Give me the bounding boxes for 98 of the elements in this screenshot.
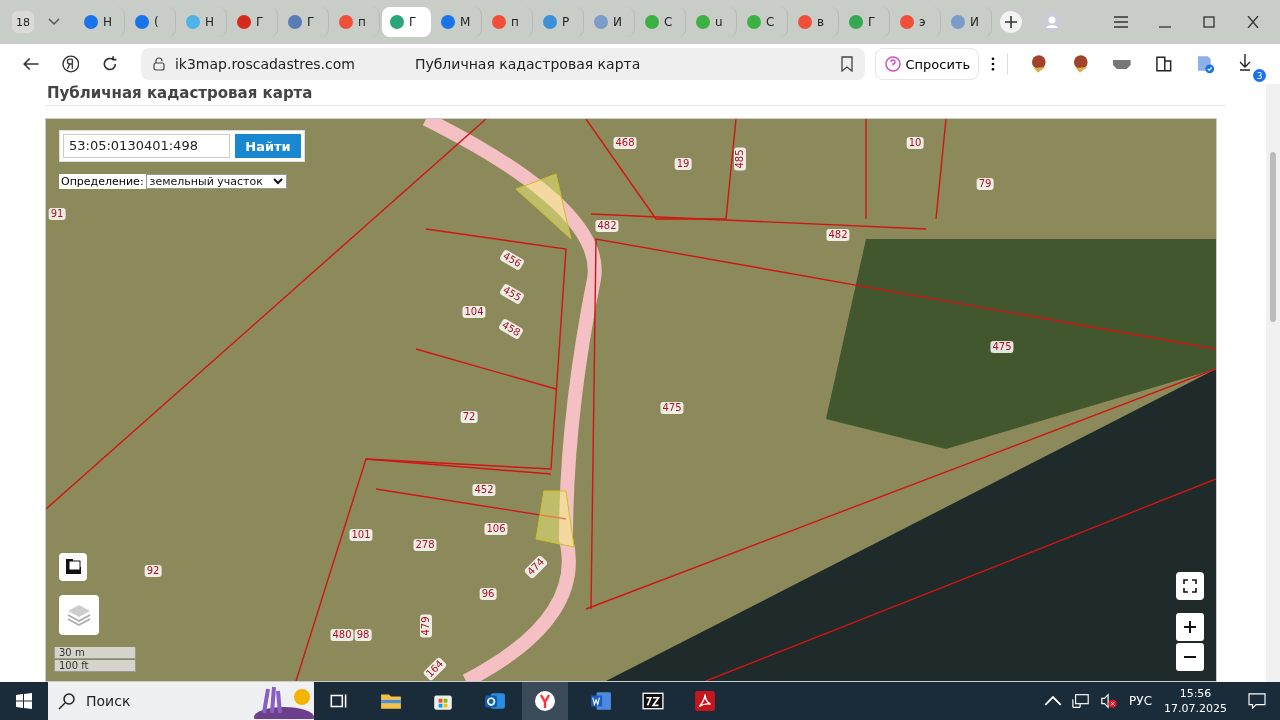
ask-button[interactable]: Спросить [874,48,980,80]
parcel-number-label[interactable]: 452 [472,484,496,496]
browser-tab[interactable]: Г [382,7,431,37]
browser-tab[interactable]: u [688,7,737,37]
browser-tab[interactable]: Г [280,7,329,37]
shield-check-icon[interactable] [1195,54,1215,74]
search-icon [58,692,76,710]
parcel-number-label[interactable]: 485 [734,147,746,171]
browser-tab[interactable]: п [331,7,380,37]
parcel-number-label[interactable]: 91 [48,208,66,220]
clock-date[interactable]: 17.07.2025 [1164,701,1227,716]
mail-app-icon[interactable] [484,690,506,712]
parcel-number-label[interactable]: 468 [613,137,637,149]
parcel-number-label[interactable]: 106 [484,523,508,535]
fullscreen-icon [1183,579,1197,593]
extension-icon[interactable] [1029,54,1049,74]
zoom-out-button[interactable] [1176,643,1204,671]
parcel-number-label[interactable]: 458 [498,318,524,340]
parcel-number-label[interactable]: 455 [499,283,525,305]
menu-icon[interactable] [1114,16,1128,28]
ruler-icon [64,558,82,576]
find-button[interactable]: Найти [235,134,301,158]
tab-count-button[interactable]: 18 [12,11,34,33]
reload-icon[interactable] [101,55,119,73]
back-arrow-icon[interactable] [22,55,40,73]
parcel-number-label[interactable]: 72 [460,411,478,423]
browser-tab[interactable]: И [943,7,992,37]
clock-time[interactable]: 15:56 [1179,686,1212,701]
maximize-icon[interactable] [1202,16,1216,28]
browser-logo-icon [534,690,556,712]
parcel-number-label[interactable]: 92 [144,565,162,577]
plus-icon [1005,16,1017,28]
browser-tab[interactable]: М [433,7,482,37]
chevron-down-icon[interactable] [48,18,60,26]
scale-bar: 100 ft [54,660,136,672]
network-icon[interactable] [1072,693,1091,709]
close-icon[interactable] [1246,16,1260,28]
windows-start-icon[interactable] [16,693,32,709]
parcel-number-label[interactable]: 164 [422,656,448,681]
browser-tab[interactable]: ( [127,7,176,37]
notifications-icon[interactable] [1248,693,1266,709]
ruler-button[interactable] [59,553,87,581]
question-bubble-icon [883,55,902,73]
dropdown-caret-icon [272,178,283,185]
new-tab-button[interactable] [1000,11,1022,33]
parcel-number-label[interactable]: 98 [354,629,372,641]
address-bar[interactable]: ik3map.roscadastres.com Публичная кадастровая карта [140,48,865,80]
browser-logo-icon[interactable] [61,55,80,73]
mode-select[interactable]: земельный участок [145,174,287,189]
download-count-badge: 3 [1253,69,1266,82]
scale-bar: 30 m [54,647,136,659]
parcel-number-label[interactable]: 278 [413,539,437,551]
url-text: ik3map.roscadastres.com [174,56,355,72]
parcel-number-label[interactable]: 104 [462,306,486,318]
page-heading: Публичная кадастровая карта [46,84,314,102]
browser-tab[interactable]: п [484,7,533,37]
word-document-icon[interactable] [590,690,612,712]
mode-label: Определение: [60,174,145,189]
lock-icon [152,57,165,71]
parcel-number-label[interactable]: 456 [499,249,525,271]
parcel-number-label[interactable]: 19 [674,158,692,170]
browser-tab[interactable]: С [637,7,686,37]
parcel-number-label[interactable]: 482 [595,220,619,232]
browser-taskbar-button[interactable] [522,682,568,720]
browser-tab[interactable]: э [892,7,941,37]
parcel-number-label[interactable]: 479 [420,614,432,638]
speaker-muted-icon[interactable] [1100,693,1119,709]
browser-tab[interactable]: Р [535,7,584,37]
page-title-text: Публичная кадастровая карта [414,56,641,72]
browser-tab[interactable]: Г [229,7,278,37]
parcel-number-label[interactable]: 79 [976,178,994,190]
parcel-number-label[interactable]: 101 [349,529,373,541]
taskbar-search-field[interactable]: Поиск [48,682,314,720]
input-language-indicator[interactable]: РУС [1129,694,1152,708]
archive-app-icon[interactable] [642,690,664,712]
bookmark-icon[interactable] [840,56,853,72]
satellite-map[interactable]: 468 19 485 10 79 91 482 482 456 455 104 458 475 475 72 452 106 101 278 474 92 96 479 480 98 164 53:05:0130401:498 Найти Определение: земельный участок 30 m 100 ft [45,118,1217,682]
browser-tab[interactable]: в [790,7,839,37]
parcel-number-label[interactable]: 475 [660,402,684,414]
browser-tab[interactable]: И [586,7,635,37]
cadastral-number-field[interactable]: 53:05:0130401:498 [63,134,230,158]
zoom-in-button[interactable] [1176,613,1204,641]
browser-tab[interactable]: Г [841,7,890,37]
fullscreen-button[interactable] [1176,572,1204,600]
parcel-number-label[interactable]: 482 [826,229,850,241]
parcel-number-label[interactable]: 480 [330,629,354,641]
browser-tab[interactable]: Н [178,7,227,37]
browser-tab[interactable]: С [739,7,788,37]
plus-icon [1184,621,1196,633]
more-options-icon[interactable] [991,57,996,71]
browser-tab[interactable]: Н [76,7,125,37]
pdf-reader-icon[interactable] [694,690,716,712]
extension-icon[interactable] [1153,54,1174,74]
parcel-number-label[interactable]: 474 [523,554,549,580]
scrollbar[interactable] [1266,84,1280,682]
parcel-number-label[interactable]: 96 [479,588,497,600]
parcel-number-label[interactable]: 10 [906,137,924,149]
parcel-number-label[interactable]: 475 [990,341,1014,353]
